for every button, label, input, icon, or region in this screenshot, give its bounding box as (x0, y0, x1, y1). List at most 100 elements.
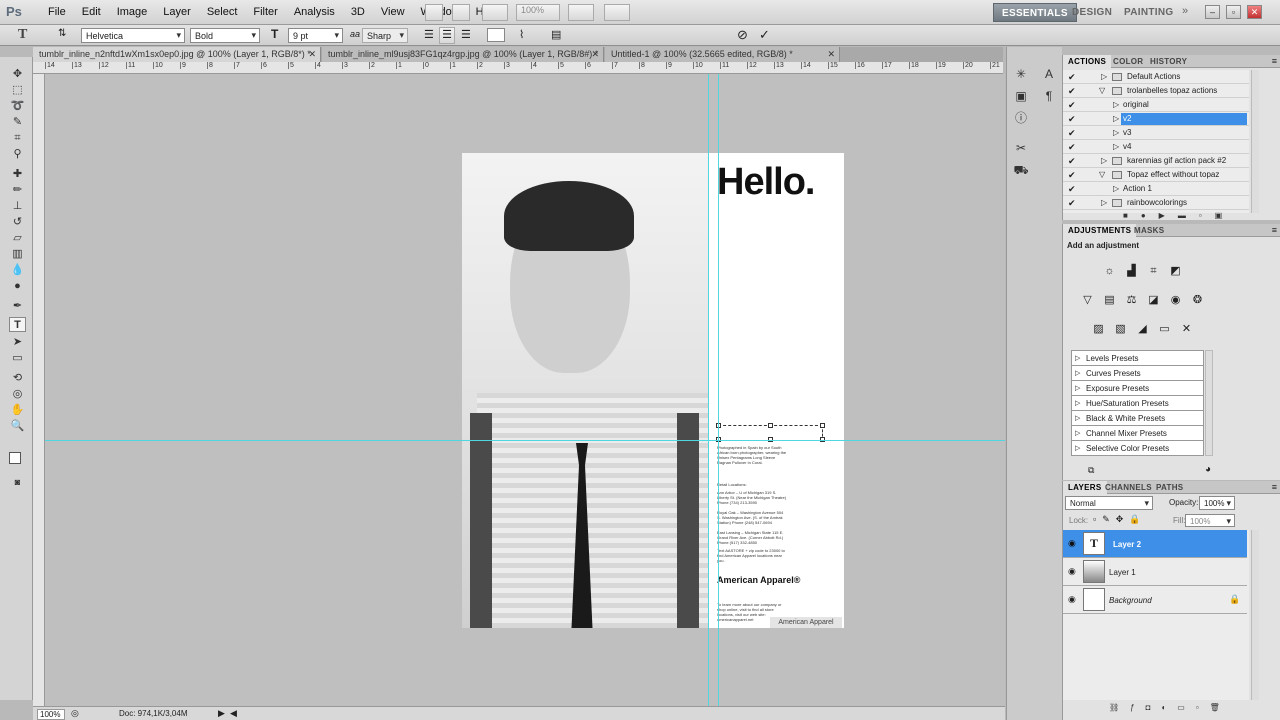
layers-footer-icons[interactable]: ⛓ƒ◘◐▭▫🗑 (1109, 703, 1231, 712)
crop-tool-icon[interactable]: ⌗ (9, 131, 26, 146)
font-style-select[interactable]: Bold (190, 28, 260, 43)
check-icon[interactable]: ✔ (1068, 140, 1078, 154)
close-button[interactable]: ✕ (1247, 5, 1262, 19)
status-icon[interactable]: ◎ (71, 708, 79, 719)
mini-bridge-icon[interactable]: ▣ (1011, 87, 1031, 105)
3d-panel-icon[interactable]: ✳ (1011, 65, 1031, 83)
transform-handle[interactable] (768, 423, 773, 428)
check-icon[interactable]: ✔ (1068, 126, 1078, 140)
presets-scrollbar[interactable] (1205, 350, 1213, 456)
preset-item[interactable]: Hue/Saturation Presets (1072, 396, 1203, 411)
dodge-tool-icon[interactable]: ● (9, 279, 26, 294)
brush-tool-icon[interactable]: ✏ (9, 183, 26, 198)
check-icon[interactable]: ✔ (1068, 182, 1078, 196)
shape-tool-icon[interactable]: ▭ (9, 351, 26, 366)
expand-arrow-icon[interactable]: ▽ (1099, 168, 1105, 182)
guide-vertical[interactable] (708, 74, 709, 706)
tab-actions[interactable]: ACTIONS (1063, 55, 1112, 68)
black-white-icon[interactable]: ◪ (1145, 293, 1162, 308)
zoom-tool-icon[interactable]: 🔍 (9, 419, 26, 434)
restore-button[interactable]: ▫ (1226, 5, 1241, 19)
lock-options-icons[interactable]: ▫✎✥🔒 (1093, 514, 1146, 525)
blend-mode-select[interactable]: Normal (1065, 496, 1153, 510)
layer-row[interactable]: ◉ Background 🔒 (1063, 586, 1247, 614)
check-icon[interactable]: ✔ (1068, 168, 1078, 182)
launch-bridge-button[interactable] (425, 4, 443, 21)
more-workspaces-icon[interactable]: » (1182, 5, 1188, 17)
fill-input[interactable]: 100% (1185, 514, 1235, 527)
quick-selection-tool-icon[interactable]: ✎ (9, 115, 26, 130)
check-icon[interactable]: ✔ (1068, 154, 1078, 168)
guide-vertical[interactable] (718, 74, 719, 706)
panel-menu-icon[interactable]: ≡ (1272, 225, 1277, 235)
clip-to-layer-icon[interactable]: ⧉ (1088, 465, 1094, 476)
menu-3d[interactable]: 3D (343, 6, 373, 18)
tab-channels[interactable]: CHANNELS (1100, 481, 1157, 494)
layer-row[interactable]: ◉ Layer 1 (1063, 558, 1247, 586)
vibrance-icon[interactable]: ▽ (1079, 293, 1096, 308)
transform-handle[interactable] (820, 423, 825, 428)
action-row[interactable]: ✔ ▷ v3 (1063, 126, 1249, 140)
action-row[interactable]: ✔ ▽ Topaz effect without topaz (1063, 168, 1249, 182)
collapse-arrow-icon[interactable]: ▷ (1101, 196, 1107, 210)
action-row[interactable]: ✔ ▷ karennias gif action pack #2 (1063, 154, 1249, 168)
eyedropper-tool-icon[interactable]: ⚲ (9, 147, 26, 162)
hand-tool-icon[interactable]: ✋ (9, 403, 26, 418)
align-center-icon[interactable]: ☰ (439, 27, 455, 44)
actions-footer-icons[interactable]: ■●▶▬▫▣ (1123, 211, 1235, 220)
tab-masks[interactable]: MASKS (1129, 224, 1169, 237)
tab-document-3[interactable]: Untitled-1 @ 100% (32.5665 edited, RGB/8… (605, 47, 840, 62)
workspace-design[interactable]: DESIGN (1064, 3, 1120, 22)
layer-row[interactable]: ◉ T Layer 2 (1063, 530, 1247, 558)
text-orientation-icon[interactable]: ⇅ (58, 28, 66, 39)
tab-history[interactable]: HISTORY (1145, 55, 1192, 68)
document-canvas[interactable]: Hello. Photographed in Spain by our Sout… (462, 153, 844, 628)
character-panel-icon[interactable]: A (1039, 65, 1059, 83)
healing-brush-tool-icon[interactable]: ✚ (9, 167, 26, 182)
tab-color[interactable]: COLOR (1108, 55, 1148, 68)
channel-mixer-icon[interactable]: ❂ (1189, 293, 1206, 308)
marquee-tool-icon[interactable]: ⬚ (9, 83, 26, 98)
check-icon[interactable]: ✔ (1068, 84, 1078, 98)
selective-color-icon[interactable]: ✕ (1178, 322, 1195, 337)
clone-source-icon[interactable]: ⛟ (1011, 161, 1031, 179)
action-row[interactable]: ✔ ▽ trolanbelles topaz actions (1063, 84, 1249, 98)
foreground-color-swatch[interactable] (9, 452, 21, 464)
tools-panel-header[interactable] (0, 47, 33, 57)
menu-view[interactable]: View (373, 6, 413, 18)
collapse-arrow-icon[interactable]: ▷ (1113, 112, 1119, 126)
posterize-icon[interactable]: ▧ (1112, 322, 1129, 337)
photo-filter-icon[interactable]: ◉ (1167, 293, 1184, 308)
menu-image[interactable]: Image (109, 6, 156, 18)
clone-stamp-tool-icon[interactable]: ⊥ (9, 199, 26, 214)
launch-minibridge-button[interactable] (452, 4, 470, 21)
3d-rotate-tool-icon[interactable]: ⟲ (9, 371, 26, 386)
tool-presets-icon[interactable]: ✂ (1011, 139, 1031, 157)
blur-tool-icon[interactable]: 💧 (9, 263, 26, 278)
quick-mask-icon[interactable]: ◙ (9, 475, 26, 490)
preset-item[interactable]: Black & White Presets (1072, 411, 1203, 426)
guide-horizontal[interactable] (45, 440, 1005, 441)
view-extras-dropdown[interactable] (482, 4, 508, 21)
type-tool-preset-icon[interactable]: T (18, 27, 27, 43)
levels-icon[interactable]: ▟ (1123, 264, 1140, 279)
align-right-icon[interactable]: ☰ (461, 28, 471, 41)
layers-scrollbar[interactable] (1251, 530, 1259, 700)
action-row[interactable]: ✔ ▷ v2 (1063, 112, 1249, 126)
menu-layer[interactable]: Layer (155, 6, 199, 18)
menu-edit[interactable]: Edit (74, 6, 109, 18)
presets-toggle-icon[interactable]: ◕ (1205, 464, 1211, 475)
visibility-eye-icon[interactable]: ◉ (1068, 566, 1076, 577)
check-icon[interactable]: ✔ (1068, 98, 1078, 112)
preset-item[interactable]: Levels Presets (1072, 351, 1203, 366)
check-icon[interactable]: ✔ (1068, 196, 1078, 210)
gradient-map-icon[interactable]: ▭ (1156, 322, 1173, 337)
visibility-eye-icon[interactable]: ◉ (1068, 538, 1076, 549)
brightness-contrast-icon[interactable]: ☼ (1101, 264, 1118, 279)
warp-text-icon[interactable]: ⌇ (519, 28, 524, 41)
character-panel-icon[interactable]: ▤ (551, 28, 561, 41)
gradient-tool-icon[interactable]: ▥ (9, 247, 26, 262)
preset-item[interactable]: Channel Mixer Presets (1072, 426, 1203, 441)
3d-orbit-tool-icon[interactable]: ◎ (9, 387, 26, 402)
arrange-documents-dropdown[interactable] (568, 4, 594, 21)
